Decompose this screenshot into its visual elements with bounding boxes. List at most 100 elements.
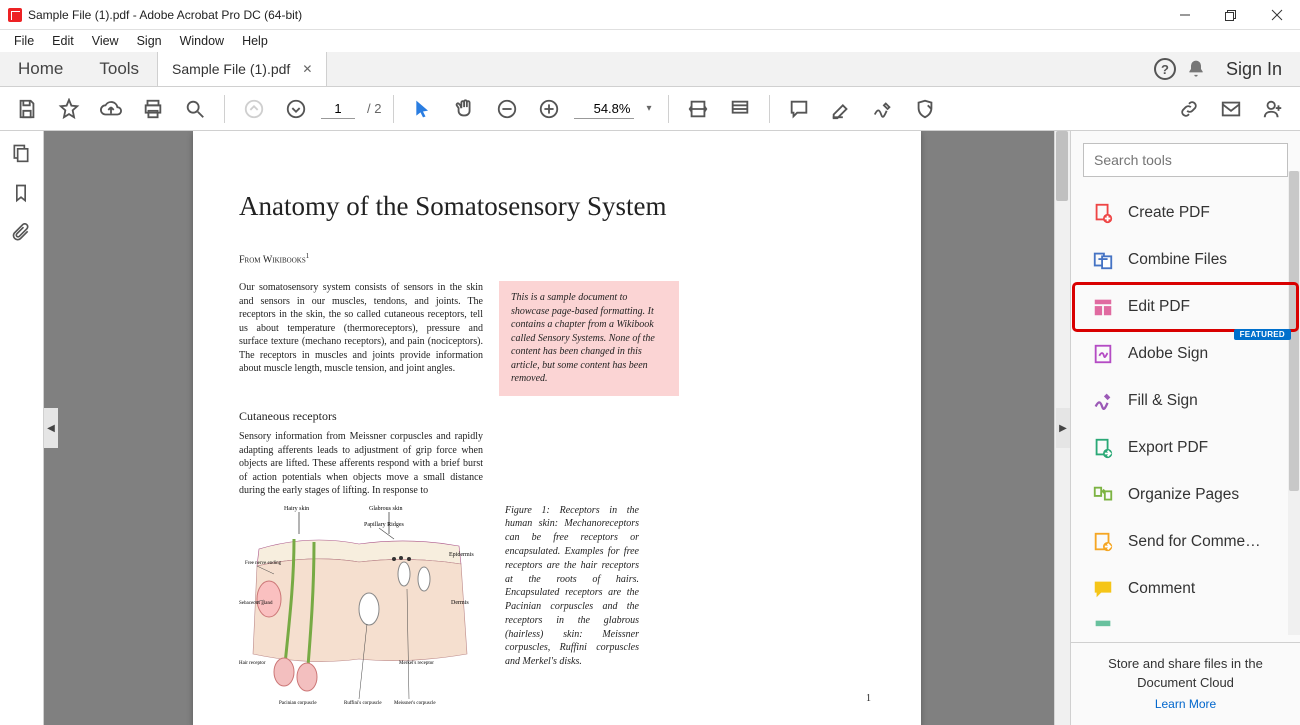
zoom-in-icon[interactable] [532,92,566,126]
tool-more[interactable] [1074,613,1297,639]
star-icon[interactable] [52,92,86,126]
share-email-icon[interactable] [1214,92,1248,126]
notifications-icon[interactable] [1186,59,1206,79]
promo-text: Store and share files in the Document Cl… [1089,655,1282,691]
page-display-icon[interactable] [723,92,757,126]
tab-tools[interactable]: Tools [81,52,157,86]
tool-list: Create PDF Combine Files Edit PDF FEATUR… [1071,189,1300,642]
fill-sign-icon [1092,390,1114,412]
tool-fill-sign[interactable]: Fill & Sign [1074,378,1297,424]
content-area: ◀ ▶ Anatomy of the Somatosensory System … [0,131,1300,725]
tool-create-pdf[interactable]: Create PDF [1074,190,1297,236]
separator [393,95,394,123]
window-title: Sample File (1).pdf - Adobe Acrobat Pro … [28,8,302,22]
tool-adobe-sign[interactable]: FEATURED Adobe Sign [1074,331,1297,377]
close-window-button[interactable] [1254,0,1300,30]
separator [224,95,225,123]
tool-label: Comment [1128,580,1195,598]
highlight-icon[interactable] [824,92,858,126]
tool-label: Organize Pages [1128,486,1239,504]
menu-window[interactable]: Window [172,32,232,50]
export-pdf-icon [1092,437,1114,459]
fit-width-icon[interactable] [681,92,715,126]
svg-text:Epidermis: Epidermis [449,552,474,558]
tool-label: Export PDF [1128,439,1208,457]
svg-text:Hair receptor: Hair receptor [239,661,266,666]
zoom-out-icon[interactable] [490,92,524,126]
svg-text:Papillary Ridges: Papillary Ridges [364,522,404,528]
page-number: 1 [866,693,871,704]
doc-title: Anatomy of the Somatosensory System [239,191,875,222]
collapse-left-icon[interactable]: ◀ [44,408,58,448]
navigation-rail [0,131,44,725]
sign-in-link[interactable]: Sign In [1216,59,1282,80]
edit-pdf-icon [1092,296,1114,318]
doc-source: From Wikibooks1 [239,252,875,265]
search-tools-input[interactable] [1083,143,1288,177]
menu-view[interactable]: View [84,32,127,50]
cloud-upload-icon[interactable] [94,92,128,126]
save-icon[interactable] [10,92,44,126]
minimize-button[interactable] [1162,0,1208,30]
menu-sign[interactable]: Sign [129,32,170,50]
organize-pages-icon [1092,484,1114,506]
maximize-button[interactable] [1208,0,1254,30]
sign-icon[interactable] [866,92,900,126]
svg-text:Hairy skin: Hairy skin [284,506,309,512]
tool-combine-files[interactable]: Combine Files [1074,237,1297,283]
svg-text:Merkel's receptor: Merkel's receptor [399,661,434,666]
menu-help[interactable]: Help [234,32,276,50]
tools-panel: Create PDF Combine Files Edit PDF FEATUR… [1070,131,1300,725]
menu-file[interactable]: File [6,32,42,50]
zoom-input[interactable] [574,99,634,119]
svg-text:Meissner's corpuscle: Meissner's corpuscle [394,701,436,706]
combine-files-icon [1092,249,1114,271]
page-down-icon[interactable] [279,92,313,126]
tool-label: Create PDF [1128,204,1210,222]
thumbnails-icon[interactable] [11,143,33,165]
window-controls [1162,0,1300,30]
find-icon[interactable] [178,92,212,126]
svg-text:Free nerve ending: Free nerve ending [245,561,282,566]
separator [769,95,770,123]
help-icon[interactable]: ? [1154,58,1176,80]
send-comments-icon [1092,531,1114,553]
page-total: / 2 [367,101,381,116]
tab-document[interactable]: Sample File (1).pdf ✕ [157,52,327,86]
menu-edit[interactable]: Edit [44,32,82,50]
share-link-icon[interactable] [1172,92,1206,126]
close-tab-icon[interactable]: ✕ [302,62,312,76]
print-icon[interactable] [136,92,170,126]
selection-tool-icon[interactable] [406,92,440,126]
stamp-icon[interactable] [908,92,942,126]
document-viewport[interactable]: ◀ ▶ Anatomy of the Somatosensory System … [44,131,1070,725]
menubar: File Edit View Sign Window Help [0,30,1300,52]
tool-export-pdf[interactable]: Export PDF [1074,425,1297,471]
doc-body-2: Sensory information from Meissner corpus… [239,430,483,498]
tool-label: Fill & Sign [1128,392,1198,410]
svg-text:Pacinian corpuscle: Pacinian corpuscle [279,701,317,706]
tool-label: Combine Files [1128,251,1227,269]
tool-label: Edit PDF [1128,298,1190,316]
tab-home[interactable]: Home [0,52,81,86]
page-up-icon[interactable] [237,92,271,126]
app-tabs: Home Tools Sample File (1).pdf ✕ ? Sign … [0,52,1300,87]
hand-tool-icon[interactable] [448,92,482,126]
page-number-input[interactable] [321,99,355,119]
tool-edit-pdf[interactable]: Edit PDF [1074,284,1297,330]
bookmarks-icon[interactable] [11,183,33,205]
zoom-dropdown-icon[interactable]: ▾ [642,103,655,114]
tool-comment[interactable]: Comment [1074,566,1297,612]
tool-organize-pages[interactable]: Organize Pages [1074,472,1297,518]
share-people-icon[interactable] [1256,92,1290,126]
learn-more-link[interactable]: Learn More [1155,696,1216,713]
acrobat-icon [8,8,22,22]
pdf-page: Anatomy of the Somatosensory System From… [193,131,921,725]
collapse-right-icon[interactable]: ▶ [1056,408,1070,448]
comment-tool-icon [1092,578,1114,600]
tool-label: Send for Comme… [1128,533,1261,551]
comment-icon[interactable] [782,92,816,126]
tool-send-comments[interactable]: Send for Comme… [1074,519,1297,565]
attachments-icon[interactable] [11,223,33,245]
tool-label: Adobe Sign [1128,345,1208,363]
